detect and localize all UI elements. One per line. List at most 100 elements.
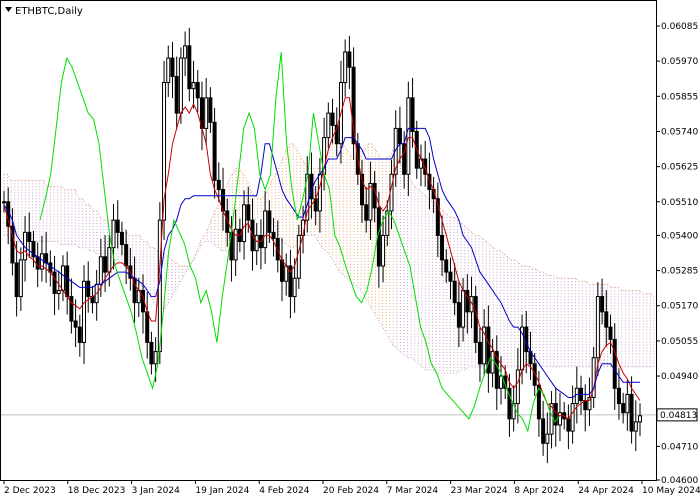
candle-body bbox=[119, 231, 124, 246]
candle-body bbox=[124, 244, 129, 267]
candle-body bbox=[616, 387, 621, 405]
y-tick-label: 0.05740 bbox=[661, 127, 698, 137]
candle-body bbox=[27, 231, 32, 243]
candle-body bbox=[490, 351, 495, 374]
candle-body bbox=[574, 387, 579, 405]
candle-body bbox=[397, 127, 402, 145]
x-tick-label: 24 Apr 2024 bbox=[578, 486, 634, 496]
candle-body bbox=[170, 57, 175, 77]
candle-body bbox=[638, 415, 642, 423]
y-tick-label: 0.05510 bbox=[661, 198, 698, 208]
x-axis: 2 Dec 2023 18 Dec 2023 3 Jan 2024 19 Jan 20… bbox=[3, 480, 700, 496]
y-tick-label: 0.05400 bbox=[661, 231, 698, 241]
candle-body bbox=[326, 112, 331, 139]
candle-body bbox=[145, 311, 150, 343]
candle-body bbox=[343, 51, 348, 84]
candle-body bbox=[545, 433, 550, 444]
x-tick-label: 8 Apr 2024 bbox=[514, 486, 564, 496]
candle-body bbox=[368, 182, 373, 221]
y-tick-label: 0.05170 bbox=[661, 302, 698, 312]
candle-body bbox=[473, 296, 478, 343]
y-tick-label: 0.05625 bbox=[661, 163, 698, 173]
y-tick-label: 0.04710 bbox=[661, 442, 698, 452]
x-tick-label: 4 Feb 2024 bbox=[259, 486, 310, 496]
candle-body bbox=[166, 57, 171, 84]
dropdown-triangle-icon[interactable] bbox=[5, 7, 12, 12]
chart-title[interactable]: ETHBTC,Daily bbox=[5, 6, 83, 17]
candle-body bbox=[103, 256, 108, 273]
candle-body bbox=[499, 375, 504, 389]
candle-body bbox=[111, 219, 116, 249]
y-tick-label: 0.05970 bbox=[661, 57, 698, 67]
candle-body bbox=[212, 121, 217, 181]
candle-body bbox=[351, 66, 356, 145]
candle-body bbox=[448, 271, 453, 282]
candle-body bbox=[604, 311, 609, 328]
candle-body bbox=[208, 97, 213, 123]
candle-body bbox=[204, 97, 209, 129]
candle-body bbox=[178, 57, 183, 114]
candle-body bbox=[364, 204, 369, 221]
candle-body bbox=[629, 393, 634, 432]
candle-body bbox=[73, 320, 78, 328]
candle-body bbox=[174, 75, 179, 114]
kumo-cloud bbox=[3, 137, 655, 374]
candle-body bbox=[187, 45, 192, 90]
candle-body bbox=[216, 179, 221, 191]
x-tick-label: 23 Mar 2024 bbox=[451, 486, 508, 496]
candle-body bbox=[48, 262, 53, 273]
candle-body bbox=[82, 280, 87, 343]
ichimoku-lines bbox=[3, 51, 641, 433]
candle-body bbox=[56, 289, 61, 295]
candle-body bbox=[35, 256, 40, 270]
x-tick-label: 20 Feb 2024 bbox=[323, 486, 379, 496]
candle-body bbox=[566, 418, 571, 432]
candle-body bbox=[452, 280, 457, 304]
current-price-label: 0.04813 bbox=[660, 411, 697, 421]
y-tick-label: 0.05855 bbox=[661, 92, 698, 102]
x-tick-label: 3 Jan 2024 bbox=[132, 486, 180, 496]
candle-body bbox=[271, 231, 276, 239]
y-tick-label: 0.05285 bbox=[661, 267, 698, 277]
candle-body bbox=[625, 393, 630, 414]
candle-body bbox=[60, 265, 65, 291]
x-tick-label: 18 Dec 2023 bbox=[68, 486, 126, 496]
candle-body bbox=[107, 247, 112, 273]
candle-body bbox=[406, 97, 411, 175]
candle-body bbox=[515, 369, 520, 405]
candle-body bbox=[608, 326, 613, 340]
chart-canvas: 0.06085 0.05970 0.05855 0.05740 0.05625 0.055… bbox=[0, 0, 700, 496]
candle-body bbox=[347, 51, 352, 68]
x-tick-label: 19 Jan 2024 bbox=[195, 486, 249, 496]
candle-body bbox=[570, 403, 575, 432]
candle-body bbox=[330, 112, 335, 126]
candle-body bbox=[14, 262, 19, 298]
candle-body bbox=[149, 341, 154, 365]
candle-body bbox=[372, 182, 377, 209]
candle-body bbox=[98, 256, 103, 285]
current-price-tag: 0.04813 bbox=[656, 408, 698, 422]
candle-body bbox=[195, 82, 200, 99]
candle-body bbox=[115, 219, 120, 233]
y-tick-label: 0.05055 bbox=[661, 337, 698, 347]
y-tick-label: 0.04940 bbox=[661, 372, 698, 382]
candle-body bbox=[86, 280, 91, 298]
candle-body bbox=[461, 289, 466, 328]
candle-body bbox=[191, 82, 196, 90]
candle-body bbox=[444, 259, 449, 273]
candle-body bbox=[612, 338, 617, 389]
x-tick-label: 7 Mar 2024 bbox=[387, 486, 439, 496]
candle-body bbox=[292, 277, 297, 298]
candle-body bbox=[279, 259, 284, 282]
candle-body bbox=[183, 45, 188, 59]
x-tick-label: 10 May 2024 bbox=[642, 486, 700, 496]
candle-body bbox=[296, 234, 301, 279]
candle-body bbox=[583, 400, 588, 411]
candle-body bbox=[254, 234, 259, 252]
candle-body bbox=[77, 326, 82, 343]
candle-body bbox=[621, 403, 626, 414]
candle-body bbox=[153, 351, 158, 365]
candle-body bbox=[633, 421, 638, 432]
candle-body bbox=[263, 210, 268, 249]
candle-body bbox=[595, 296, 600, 359]
